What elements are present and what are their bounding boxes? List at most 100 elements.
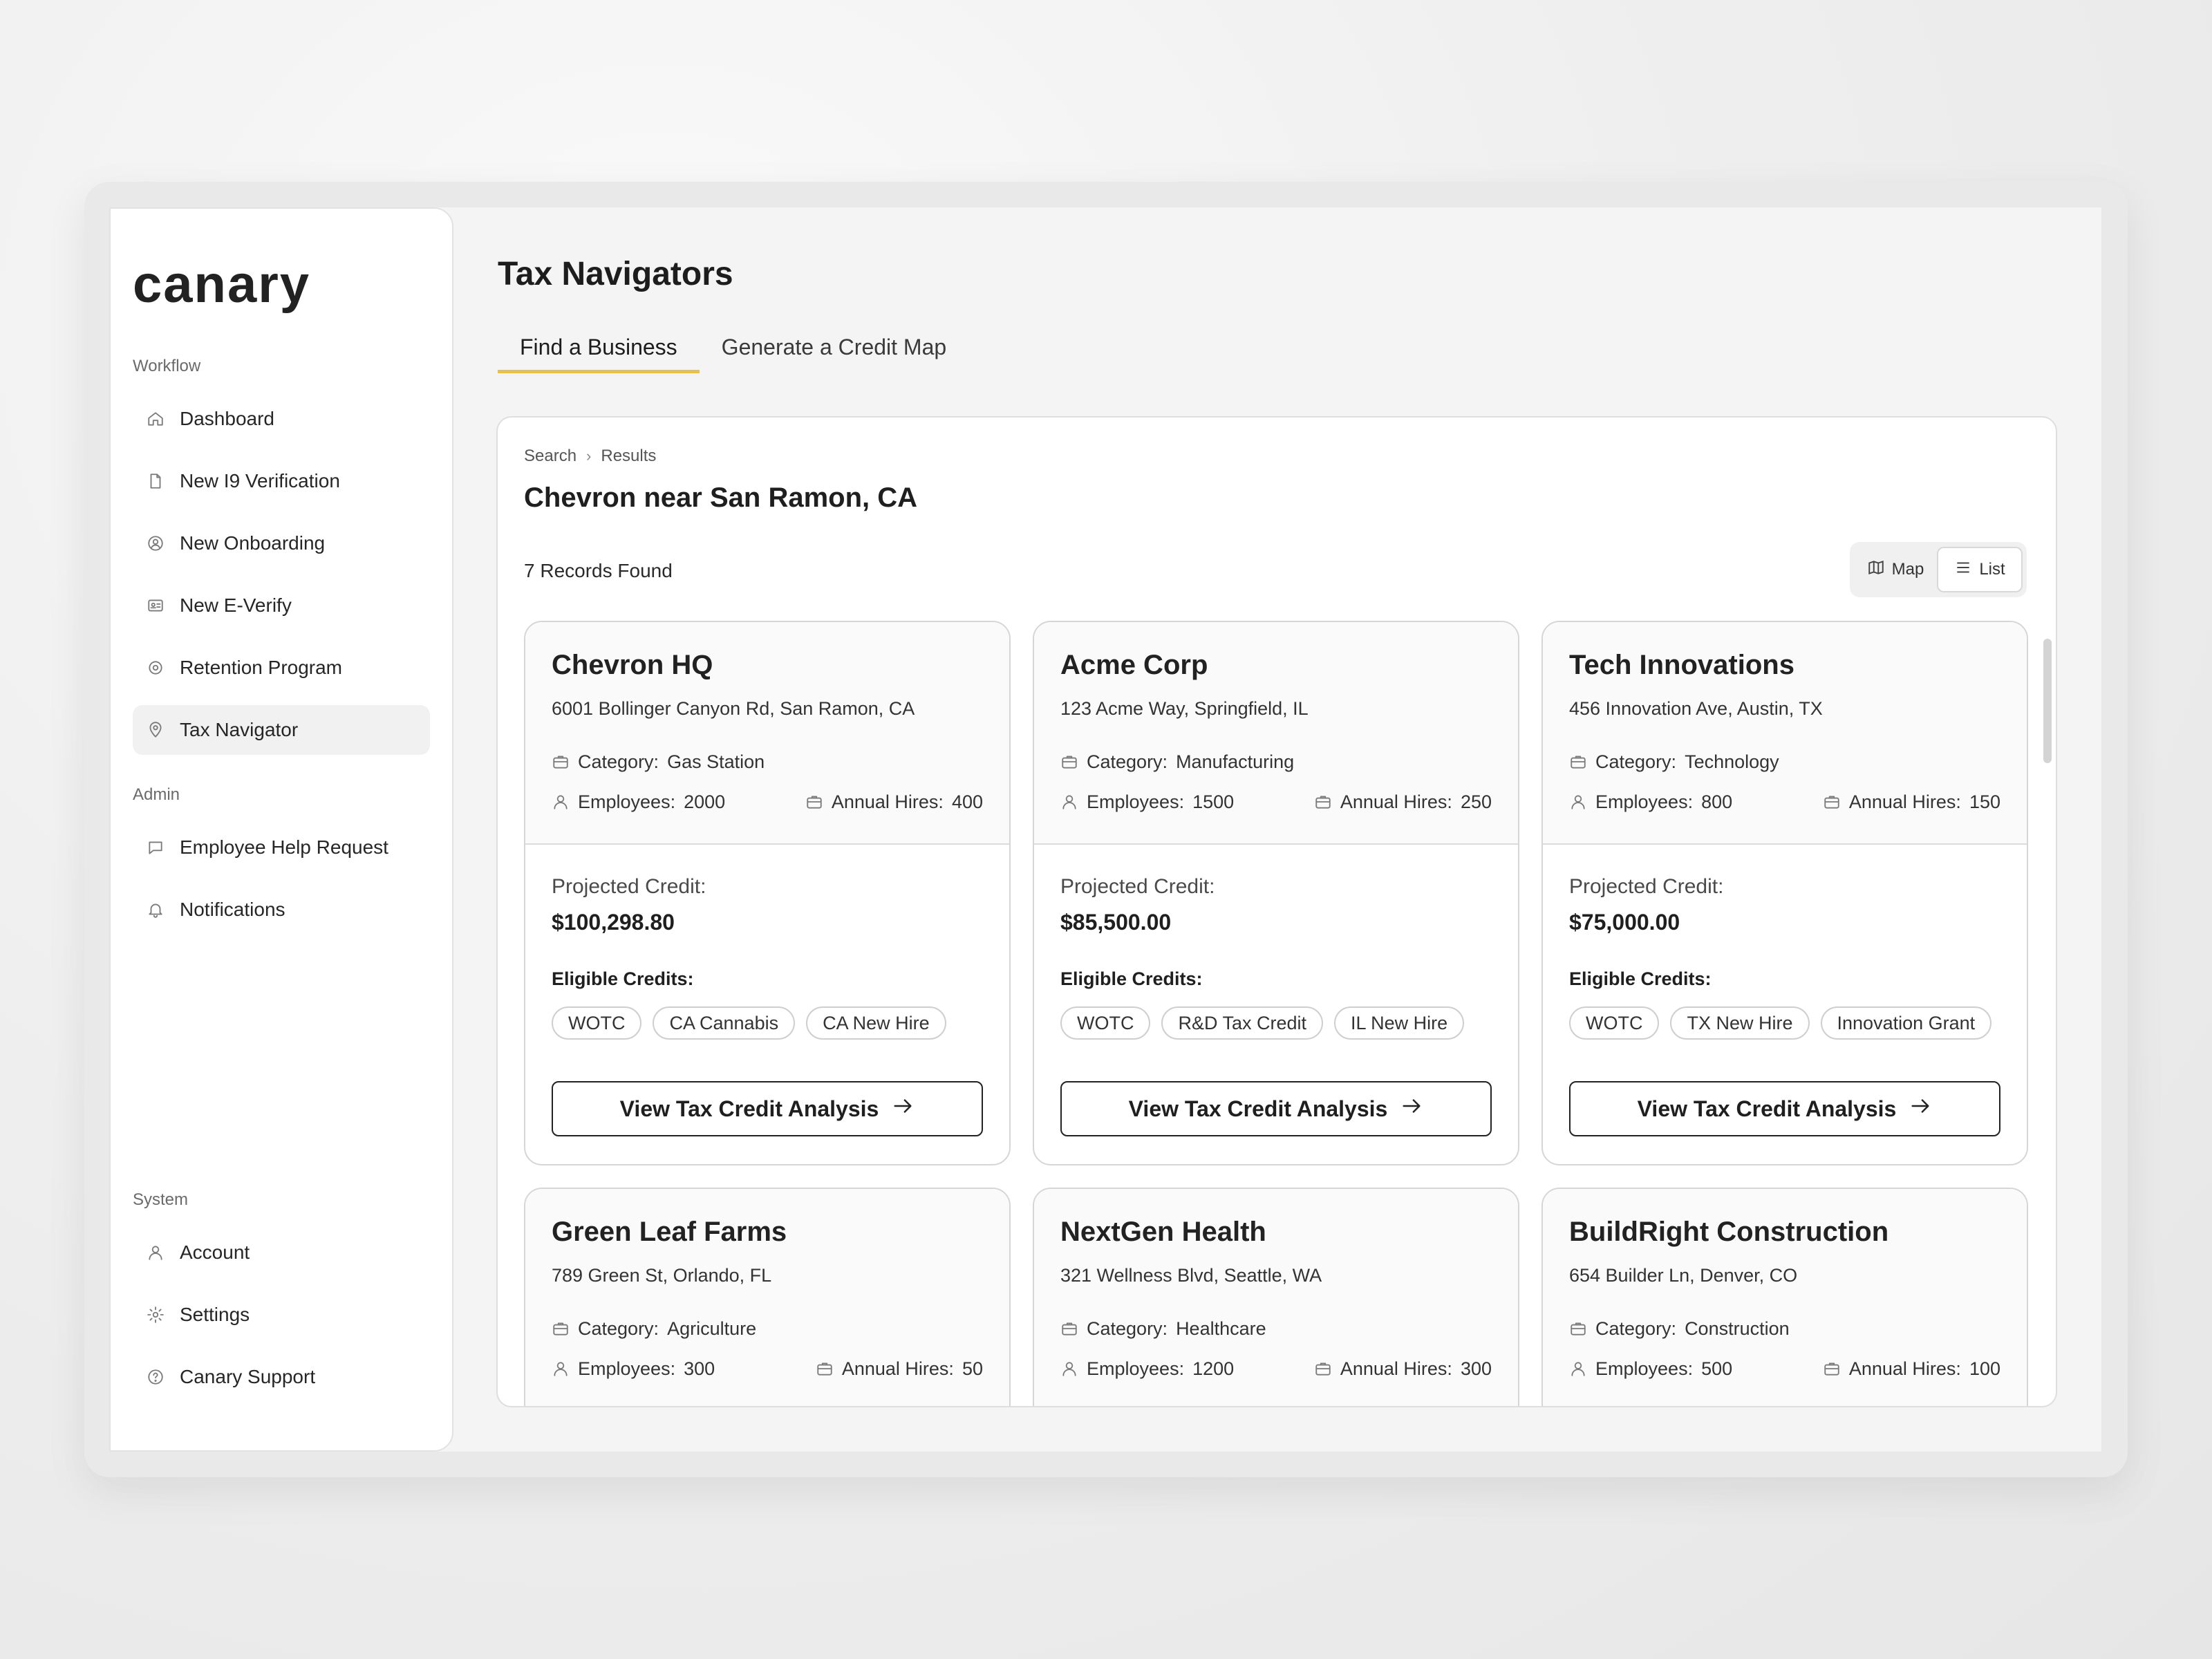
annual-hires-value: 400 [951,791,983,812]
arrow-right-icon [1909,1094,1932,1123]
employees-value: 1200 [1192,1358,1235,1379]
annual-hires-label: Annual Hires: [1340,1358,1452,1379]
briefcase-icon [1314,793,1332,811]
projected-credit-value: $85,500.00 [1060,910,1172,935]
projected-credit-value: $100,298.80 [552,910,675,935]
sidebar-item-employee-help-request[interactable]: Employee Help Request [133,823,430,872]
annual-hires-value: 150 [1969,791,2000,812]
user-circle-icon [147,534,165,552]
briefcase-icon [805,793,823,811]
category-row: Category: Healthcare [1060,1316,1492,1341]
eligible-credits-label: Eligible Credits: [1060,968,1203,989]
category-label: Category: [1087,751,1168,772]
arrow-right-icon [891,1094,915,1123]
workflow-nav: Dashboard New I9 Verification New Onboardi… [133,394,430,755]
employees-label: Employees: [1595,791,1694,812]
id-card-icon [147,597,165,615]
results-scrollbar[interactable] [2043,639,2052,763]
category-row: Category: Manufacturing [1060,749,1492,774]
breadcrumb: Search › Results [524,447,656,466]
records-count: 7 Records Found [524,560,673,581]
list-view-button[interactable]: List [1937,547,2023,592]
view-tax-credit-analysis-button[interactable]: View Tax Credit Analysis [1060,1081,1492,1136]
sidebar-item-label: Account [180,1241,250,1263]
business-address: 456 Innovation Ave, Austin, TX [1569,698,1823,719]
annual-hires-label: Annual Hires: [1848,1358,1961,1379]
system-section-label: System [133,1190,189,1209]
map-view-button[interactable]: Map [1854,547,1937,592]
briefcase-icon [1314,1360,1332,1378]
credit-tag: WOTC [1060,1006,1151,1040]
employees-label: Employees: [1087,791,1185,812]
business-card: Green Leaf Farms 789 Green St, Orlando, F… [524,1188,1011,1406]
credit-tag: TX New Hire [1670,1006,1810,1040]
business-address: 654 Builder Ln, Denver, CO [1569,1265,1798,1286]
business-name[interactable]: BuildRight Construction [1569,1217,2000,1257]
category-row: Category: Gas Station [552,749,983,774]
category-label: Category: [1595,751,1677,772]
bell-icon [147,901,165,919]
business-card: Chevron HQ 6001 Bollinger Canyon Rd, San … [524,621,1011,1165]
employees-value: 300 [684,1358,715,1379]
briefcase-icon [1823,1360,1841,1378]
sidebar-item-notifications[interactable]: Notifications [133,885,430,935]
chat-icon [147,838,165,856]
sidebar-item-account[interactable]: Account [133,1228,430,1277]
business-address: 123 Acme Way, Springfield, IL [1060,698,1309,719]
briefcase-icon [1823,793,1841,811]
sidebar-item-label: New E-Verify [180,594,292,616]
category-label: Category: [578,751,659,772]
eligible-credits-list: WOTC R&D Tax Credit IL New Hire [1060,1006,1492,1040]
employees-value: 1500 [1192,791,1235,812]
briefcase-icon [552,753,570,771]
credit-tag: WOTC [552,1006,642,1040]
gear-icon [147,1306,165,1324]
card-summary: Tech Innovations 456 Innovation Ave, Aust… [1543,622,2027,845]
sidebar-item-retention-program[interactable]: Retention Program [133,643,430,693]
category-row: Category: Technology [1569,749,2000,774]
credit-tag: R&D Tax Credit [1161,1006,1324,1040]
view-toggle: Map List [1850,542,2027,597]
business-name[interactable]: Acme Corp [1060,650,1492,690]
business-name[interactable]: Chevron HQ [552,650,983,690]
annual-hires-value: 50 [962,1358,983,1379]
category-value: Construction [1685,1318,1790,1339]
system-nav: Account Settings Canary Support [133,1228,430,1402]
person-icon [1060,1360,1078,1378]
eligible-credits-list: WOTC CA Cannabis CA New Hire [552,1006,983,1040]
category-label: Category: [1595,1318,1677,1339]
list-icon [1954,559,1972,581]
view-tax-credit-analysis-button[interactable]: View Tax Credit Analysis [552,1081,983,1136]
business-name[interactable]: Green Leaf Farms [552,1217,983,1257]
sidebar-item-new-e-verify[interactable]: New E-Verify [133,581,430,630]
annual-hires-label: Annual Hires: [841,1358,954,1379]
map-view-label: Map [1891,560,1924,579]
view-tax-credit-analysis-button[interactable]: View Tax Credit Analysis [1569,1081,2000,1136]
sidebar-item-new-onboarding[interactable]: New Onboarding [133,518,430,568]
sidebar-item-canary-support[interactable]: Canary Support [133,1352,430,1402]
business-name[interactable]: Tech Innovations [1569,650,2000,690]
person-icon [1569,793,1587,811]
list-view-label: List [1979,560,2005,579]
breadcrumb-search[interactable]: Search [524,447,577,466]
sidebar-item-settings[interactable]: Settings [133,1290,430,1340]
business-card-grid: Chevron HQ 6001 Bollinger Canyon Rd, San … [524,621,2028,1406]
eligible-credits-label: Eligible Credits: [552,968,694,989]
sidebar-item-label: Retention Program [180,657,343,678]
category-value: Technology [1685,751,1779,772]
map-pin-icon [147,721,165,739]
tab-generate-credit-map[interactable]: Generate a Credit Map [700,326,969,373]
briefcase-icon [552,1320,570,1338]
sidebar-item-label: Settings [180,1304,250,1325]
tab-find-a-business[interactable]: Find a Business [498,326,700,373]
category-row: Category: Construction [1569,1316,2000,1341]
business-card: NextGen Health 321 Wellness Blvd, Seattle… [1033,1188,1519,1406]
canary-logo[interactable]: canary [133,257,430,312]
cta-label: View Tax Credit Analysis [1128,1096,1388,1121]
business-name[interactable]: NextGen Health [1060,1217,1492,1257]
sidebar-item-tax-navigator[interactable]: Tax Navigator [133,705,430,755]
sidebar-item-dashboard[interactable]: Dashboard [133,394,430,444]
briefcase-icon [1060,753,1078,771]
sidebar-item-new-i9-verification[interactable]: New I9 Verification [133,456,430,506]
stats-row: Employees: 2000 Annual Hires: 400 [552,789,983,814]
